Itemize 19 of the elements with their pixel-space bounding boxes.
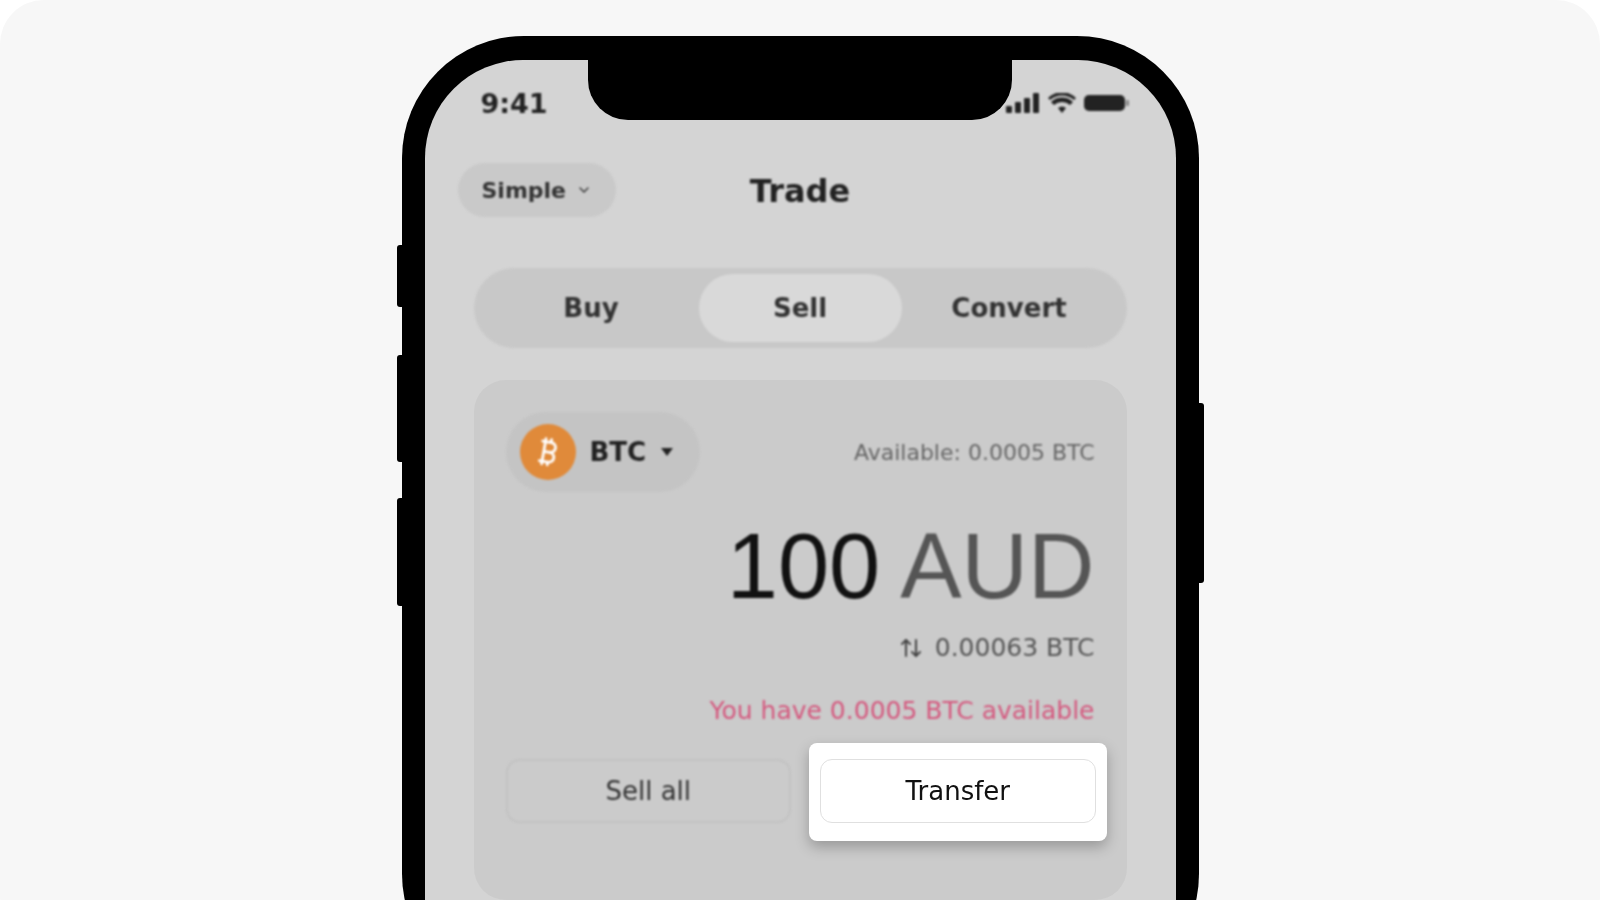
converted-amount: 0.00063 BTC [934,633,1095,662]
wifi-icon [1047,93,1076,113]
bitcoin-icon [519,424,576,480]
balance-warning: You have 0.0005 BTC available [708,696,1095,725]
page-title: Trade [749,172,851,210]
tab[interactable]: Buy [489,274,693,342]
caret-icon [660,447,675,457]
tab[interactable]: Convert [907,274,1111,342]
battery-icon [1083,93,1130,113]
amount-currency: AUD [900,514,1095,619]
asset-selector[interactable]: BTC [505,412,701,492]
signal-icon [1005,93,1040,113]
status-time: 9:41 [480,87,548,119]
available-balance: Available: 0.0005 BTC [853,439,1095,465]
amount-value: 100 [726,514,881,619]
tab[interactable]: Sell [698,274,902,342]
sell-all-button[interactable]: Sell all [505,759,791,823]
mode-dropdown[interactable]: Simple [457,163,617,217]
transfer-button[interactable]: Transfer [820,759,1096,823]
